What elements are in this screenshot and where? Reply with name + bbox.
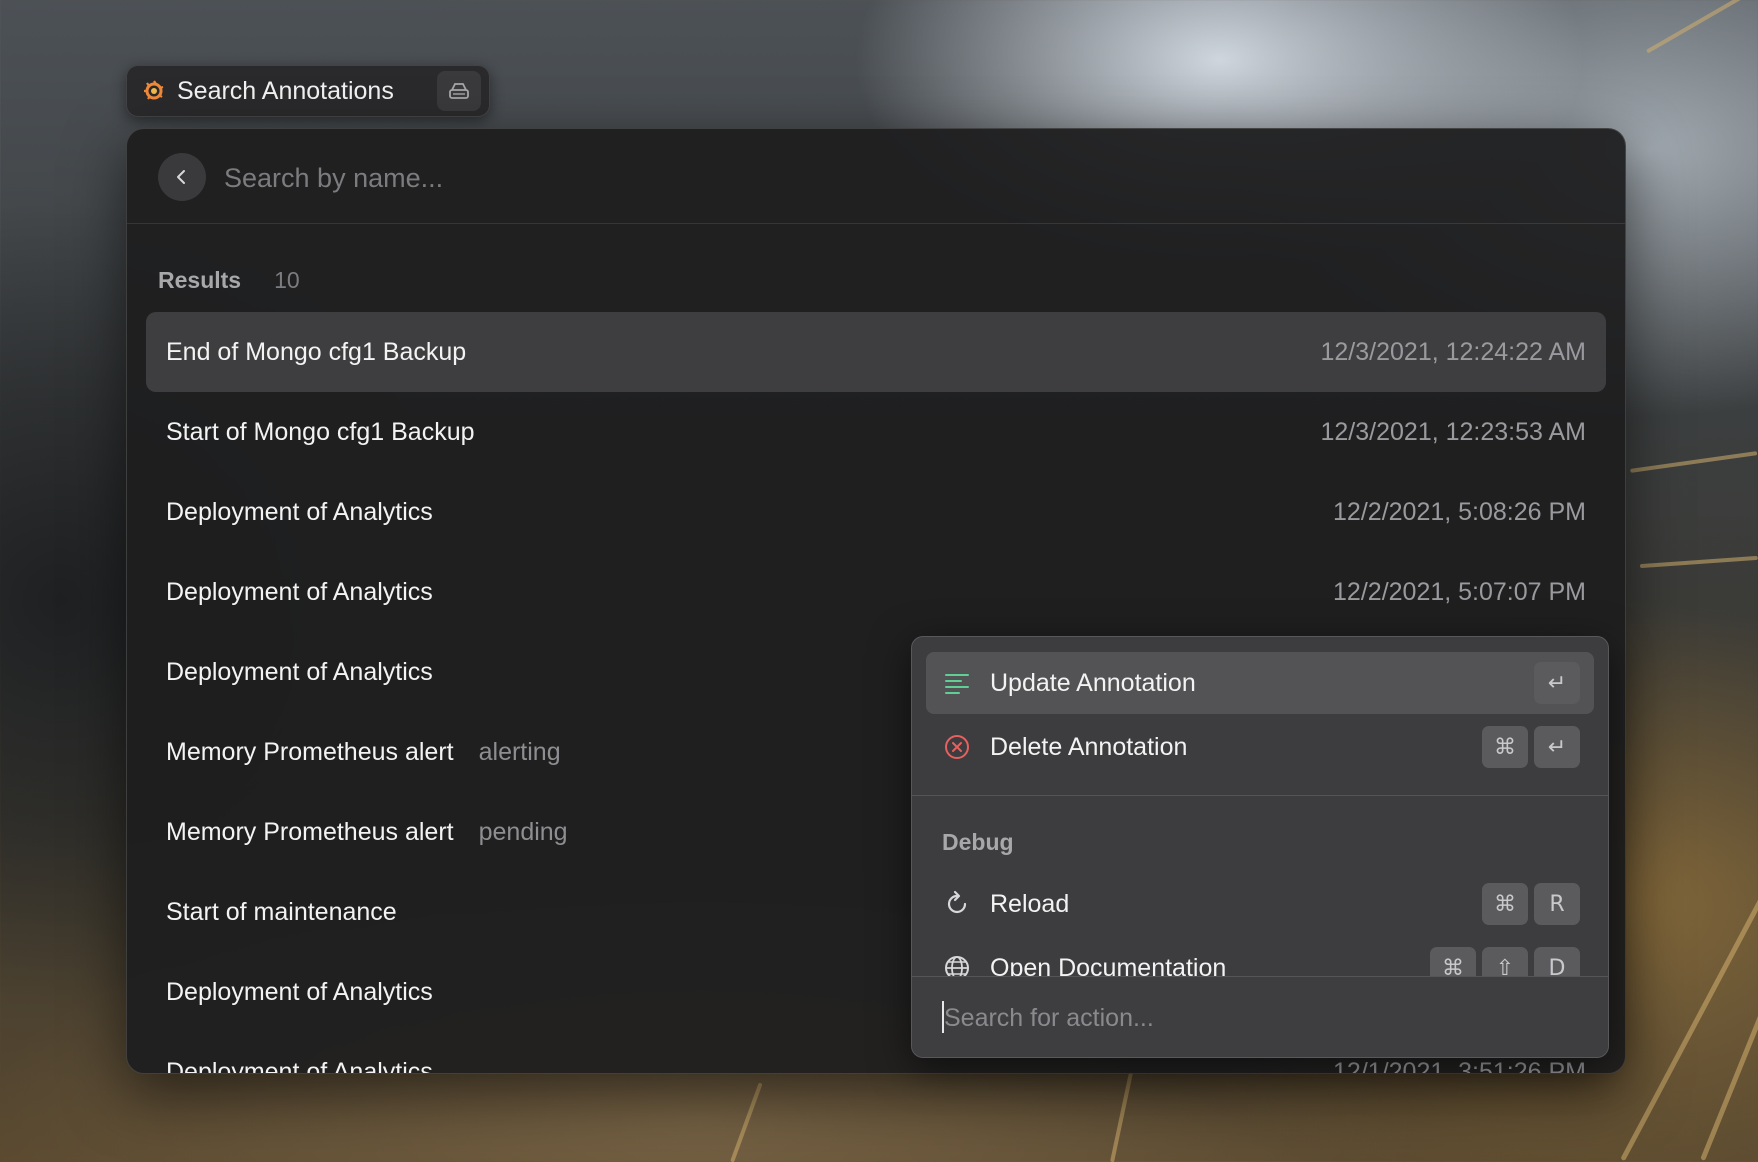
background-grass	[1620, 893, 1758, 1162]
key-d: D	[1534, 947, 1580, 979]
item-title: Deployment of Analytics	[166, 977, 433, 1006]
item-title: Deployment of Analytics	[166, 657, 433, 686]
reload-action[interactable]: Reload ⌘ R	[926, 873, 1594, 935]
open-documentation-action[interactable]: Open Documentation ⌘ ⇧ D	[926, 937, 1594, 979]
action-list: Update Annotation ↵ Delete Annotation ⌘ …	[912, 637, 1608, 979]
item-title: Memory Prometheus alert	[166, 817, 454, 846]
item-date: 12/2/2021, 5:07:07 PM	[1333, 577, 1586, 606]
item-title: Start of Mongo cfg1 Backup	[166, 417, 475, 446]
delete-annotation-action[interactable]: Delete Annotation ⌘ ↵	[926, 716, 1594, 778]
item-date: 12/3/2021, 12:24:22 AM	[1320, 337, 1587, 366]
background-grass	[1639, 555, 1758, 569]
results-header: Results 10	[158, 267, 300, 294]
chevron-left-icon	[177, 170, 185, 184]
back-button[interactable]	[158, 153, 206, 201]
background-grass	[730, 1082, 763, 1162]
debug-section-title: Debug	[942, 829, 1014, 855]
item-title: Memory Prometheus alert	[166, 737, 454, 766]
search-input[interactable]	[222, 155, 1526, 201]
shortcut-keys: ↵	[1534, 662, 1580, 704]
item-title: End of Mongo cfg1 Backup	[166, 337, 467, 366]
grafana-logo-icon	[141, 78, 167, 104]
key-return: ↵	[1534, 726, 1580, 768]
list-item[interactable]: End of Mongo cfg1 Backup 12/3/2021, 12:2…	[146, 312, 1606, 392]
background-grass	[1110, 1071, 1134, 1162]
item-date: 12/2/2021, 5:08:26 PM	[1333, 497, 1586, 526]
action-label: Update Annotation	[990, 668, 1196, 697]
key-r: R	[1534, 883, 1580, 925]
text-lines-icon	[942, 668, 972, 698]
background-grass	[1645, 0, 1751, 54]
key-shift: ⇧	[1482, 947, 1528, 979]
action-label: Reload	[990, 889, 1070, 918]
list-item[interactable]: Start of Mongo cfg1 Backup 12/3/2021, 12…	[146, 392, 1606, 472]
item-title: Start of maintenance	[166, 897, 397, 926]
reload-icon	[942, 889, 972, 919]
item-tag: pending	[478, 817, 568, 846]
key-command: ⌘	[1430, 947, 1476, 979]
command-title: Search Annotations	[177, 76, 394, 105]
list-item[interactable]: Deployment of Analytics 12/2/2021, 5:07:…	[146, 552, 1606, 632]
drive-icon[interactable]	[437, 71, 481, 111]
item-title: Deployment of Analytics	[166, 1057, 433, 1074]
item-date: 12/1/2021, 3:51:26 PM	[1333, 1057, 1586, 1074]
action-search-input[interactable]	[942, 995, 1586, 1041]
text-caret	[942, 1001, 944, 1033]
key-command: ⌘	[1482, 883, 1528, 925]
action-panel: Update Annotation ↵ Delete Annotation ⌘ …	[911, 636, 1609, 1058]
shortcut-keys: ⌘ ↵	[1482, 726, 1580, 768]
action-search-bar	[912, 976, 1608, 1057]
item-title: Deployment of Analytics	[166, 497, 433, 526]
key-return: ↵	[1534, 662, 1580, 704]
item-title: Deployment of Analytics	[166, 577, 433, 606]
shortcut-keys: ⌘ ⇧ D	[1430, 947, 1580, 979]
update-annotation-action[interactable]: Update Annotation ↵	[926, 652, 1594, 714]
search-bar	[127, 129, 1625, 224]
divider	[912, 795, 1608, 796]
list-item[interactable]: Deployment of Analytics 12/2/2021, 5:08:…	[146, 472, 1606, 552]
x-circle-icon	[942, 732, 972, 762]
results-count: 10	[274, 267, 300, 293]
results-title: Results	[158, 267, 242, 293]
command-tab[interactable]: Search Annotations	[126, 65, 490, 117]
shortcut-keys: ⌘ R	[1482, 883, 1580, 925]
item-tag: alerting	[478, 737, 561, 766]
background-grass	[1630, 451, 1758, 473]
action-label: Delete Annotation	[990, 732, 1188, 761]
key-command: ⌘	[1482, 726, 1528, 768]
item-date: 12/3/2021, 12:23:53 AM	[1320, 417, 1587, 446]
